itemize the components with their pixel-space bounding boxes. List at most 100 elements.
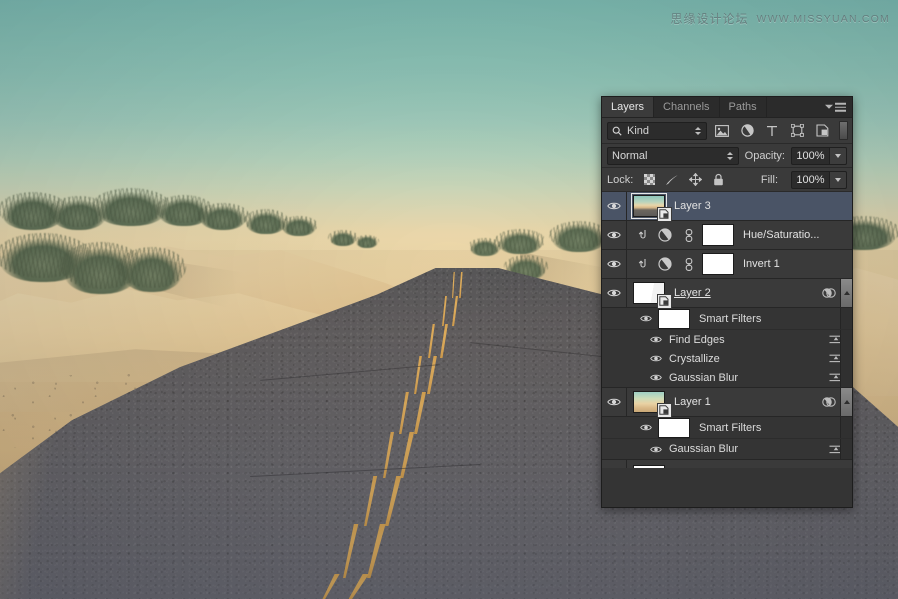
tab-channels-label: Channels [663,101,710,113]
eye-icon [607,288,621,298]
lock-image-pixels-icon[interactable] [665,173,679,187]
layer-thumbnail[interactable] [631,193,672,222]
hue-saturation-icon[interactable] [657,228,673,242]
layer-mask-thumbnail[interactable] [702,224,734,246]
tab-channels[interactable]: Channels [654,97,720,117]
lock-row: Lock: Fill: 100% [602,168,852,192]
visibility-toggle[interactable] [602,221,627,249]
eye-icon[interactable] [650,445,662,454]
smart-filters-row[interactable]: Smart Filters [602,417,852,439]
fill-label: Fill: [760,173,778,186]
smart-filter-mask-thumbnail[interactable] [658,417,690,438]
lock-all-icon[interactable] [711,173,725,187]
eye-icon[interactable] [650,354,662,363]
layer-thumbnail[interactable] [633,391,672,418]
layer-list-scrollbar-track[interactable] [840,368,852,387]
layer-list-scrollbar-down[interactable] [840,388,852,416]
layer-row-layer-2[interactable]: Layer 2 [602,279,852,309]
pixel-layer-filter-icon[interactable] [712,121,732,141]
eye-icon [607,201,621,211]
lock-transparent-pixels-icon[interactable] [642,173,656,187]
smart-object-filter-icon[interactable] [812,121,832,141]
fill-dropdown-arrow[interactable] [830,170,847,189]
watermark: 思缘设计论坛 WWW.MISSYUAN.COM [670,10,890,27]
opacity-label: Opacity: [744,149,785,162]
smart-filter-indicator-icon[interactable] [822,396,836,408]
smart-object-badge-icon [657,294,672,309]
layer-thumbnail[interactable] [633,282,672,309]
smart-object-badge-icon [657,207,672,222]
layer-thumbnail[interactable] [633,464,665,468]
eye-icon [607,259,621,269]
lock-position-icon[interactable] [688,173,702,187]
filter-kind-label: Kind [627,124,650,137]
layer-mask-thumbnail[interactable] [702,253,734,275]
tab-paths[interactable]: Paths [719,97,767,117]
layer-filter-row: Kind [602,118,852,144]
eye-icon[interactable] [650,373,662,382]
smart-filters-label: Smart Filters [699,312,762,325]
filter-kind-select[interactable]: Kind [607,121,707,140]
stepper-icon[interactable] [695,126,701,135]
layer-row-layer-3[interactable]: Layer 3 [602,192,852,222]
layer-list-scrollbar-track[interactable] [840,349,852,368]
smart-object-badge-icon [657,403,672,418]
panel-tab-bar: Layers Channels Paths [602,97,852,118]
layer-list-scrollbar-track[interactable] [840,308,852,329]
watermark-url-text: WWW.MISSYUAN.COM [756,12,890,25]
search-icon [612,126,622,136]
eye-icon[interactable] [640,423,652,432]
layer-list-scrollbar-up[interactable] [840,279,852,307]
visibility-toggle[interactable] [602,388,627,416]
blend-mode-row: Normal Opacity: 100% [602,144,852,168]
smart-filters-row[interactable]: Smart Filters [602,308,852,330]
stepper-icon[interactable] [726,151,733,160]
layer-row-hue-saturation[interactable]: Hue/Saturatio... [602,221,852,250]
layer-row-background[interactable]: Background [602,460,852,468]
filter-row-gaussian-blur[interactable]: Gaussian Blur [602,368,852,388]
visibility-toggle[interactable] [602,192,627,220]
tab-paths-label: Paths [728,101,757,113]
layer-row-layer-1[interactable]: Layer 1 [602,388,852,418]
smart-filter-mask-thumbnail[interactable] [658,308,690,329]
layer-list[interactable]: Layer 3 Hue/Saturatio... Invert 1 Layer … [602,192,852,468]
layer-list-scrollbar-track[interactable] [840,439,852,459]
layer-list-scrollbar-track[interactable] [840,417,852,438]
visibility-toggle[interactable] [602,279,627,307]
panel-menu-icon[interactable] [825,102,846,112]
layers-panel: Layers Channels Paths Kind Normal Opacit… [601,96,853,508]
clipping-mask-icon [635,229,648,241]
smart-filters-label: Smart Filters [699,421,762,434]
smart-filter-indicator-icon[interactable] [822,287,836,299]
layer-name: Layer 3 [674,200,711,212]
link-mask-icon[interactable] [682,228,695,242]
link-mask-icon[interactable] [682,257,695,271]
opacity-dropdown-arrow[interactable] [830,146,847,165]
shape-layer-filter-icon[interactable] [787,121,807,141]
layer-row-invert-1[interactable]: Invert 1 [602,250,852,279]
fill-value[interactable]: 100% [791,170,830,189]
layer-name: Layer 2 [674,287,711,299]
eye-icon[interactable] [640,314,652,323]
blend-mode-select[interactable]: Normal [607,146,739,165]
filter-name: Find Edges [669,333,725,346]
invert-icon[interactable] [657,257,673,271]
filter-toggle-switch[interactable] [839,121,848,140]
adjustment-layer-filter-icon[interactable] [737,121,757,141]
visibility-toggle[interactable] [602,250,627,278]
clipping-mask-icon [635,258,648,270]
tab-layers[interactable]: Layers [602,97,655,117]
opacity-control[interactable]: 100% [791,146,847,165]
layer-name: Layer 1 [674,396,711,408]
filter-row-find-edges[interactable]: Find Edges [602,330,852,349]
type-layer-filter-icon[interactable] [762,121,782,141]
fill-control[interactable]: 100% [791,170,847,189]
layer-list-scrollbar-track[interactable] [840,330,852,349]
filter-row-gaussian-blur[interactable]: Gaussian Blur [602,439,852,460]
eye-icon[interactable] [650,335,662,344]
visibility-toggle[interactable] [602,460,627,468]
filter-row-crystallize[interactable]: Crystallize [602,349,852,368]
hamburger-icon [835,102,846,112]
opacity-value[interactable]: 100% [791,146,830,165]
layer-name: Invert 1 [743,258,780,270]
